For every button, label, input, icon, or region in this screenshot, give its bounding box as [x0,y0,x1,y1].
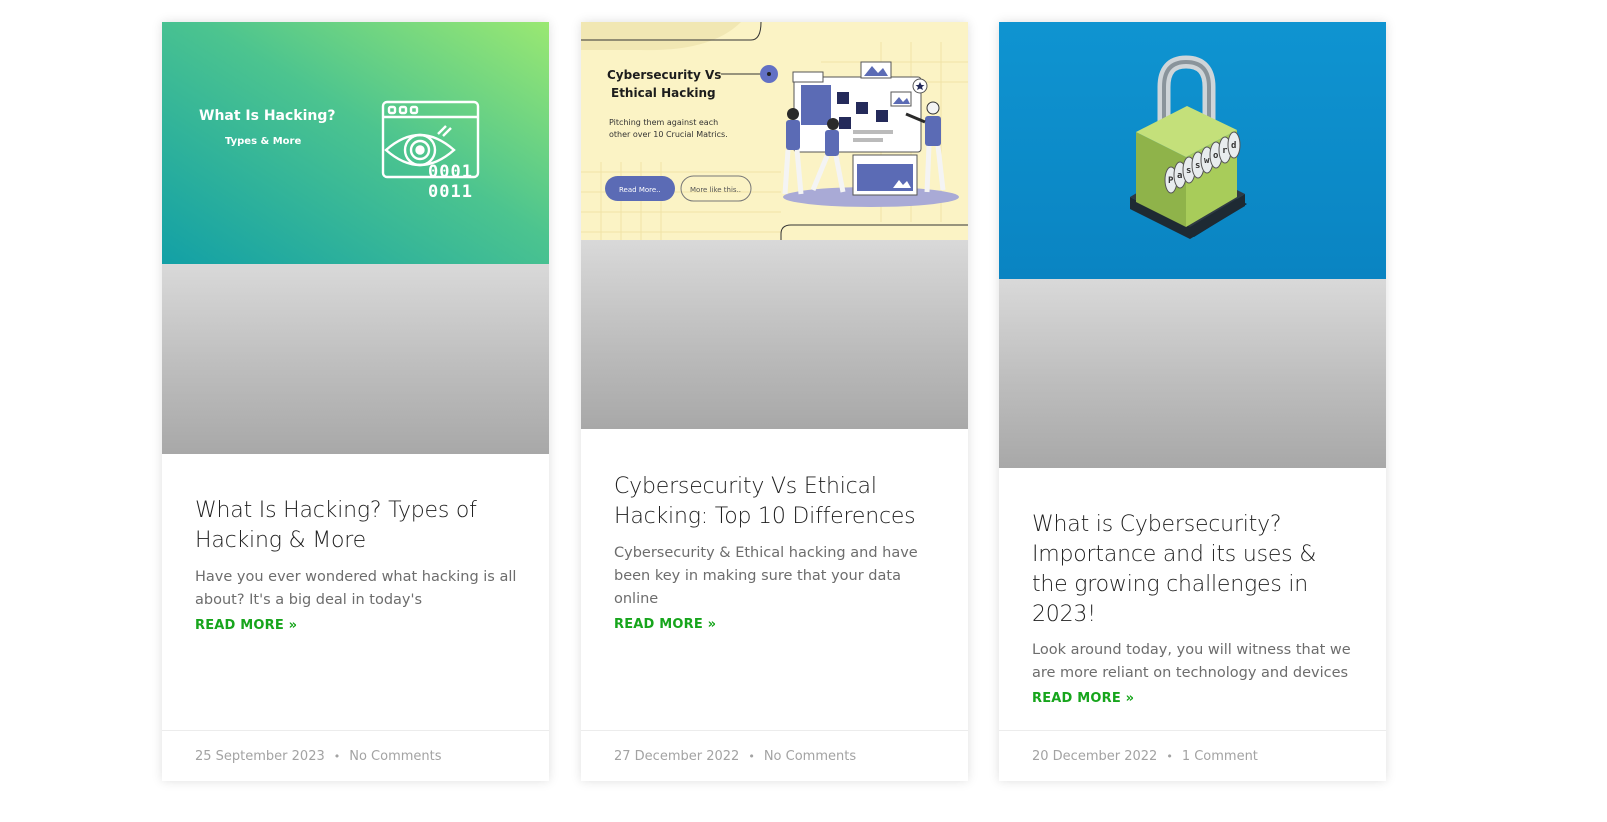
post-comments: 1 Comment [1181,748,1258,764]
post-card: P a s s w o r d What is Cybersecurity? I… [999,22,1386,781]
post-card: Cybersecurity Vs Ethical Hacking Pitchin… [581,22,968,781]
post-thumbnail[interactable]: P a s s w o r d [999,22,1386,468]
thumb-read-more-label: Read More.. [619,186,661,194]
lock-letter: r [1222,146,1228,156]
lock-letter: P [1168,176,1174,186]
post-meta: 20 December 2022 • 1 Comment [999,730,1386,781]
lock-letter: s [1186,166,1191,176]
meta-separator: • [1166,749,1173,763]
post-date: 25 September 2023 [195,748,325,764]
post-excerpt: Look around today, you will witness that… [1032,642,1351,681]
post-thumbnail[interactable]: Cybersecurity Vs Ethical Hacking Pitchin… [581,22,968,429]
thumbnail-gradient-overlay [162,264,549,454]
thumbnail-gradient-overlay [581,240,968,429]
thumb-heading-line-2: Ethical Hacking [611,86,716,100]
thumb-more-like-this-label: More like this.. [690,186,741,194]
post-card: What Is Hacking? Types & More 0001 0011 … [162,22,549,781]
meta-separator: • [333,749,341,763]
post-date: 27 December 2022 [614,748,740,764]
lock-letter: w [1204,156,1210,166]
lock-letter: s [1195,161,1200,171]
thumb-tagline-line-2: other over 10 Crucial Matrics. [609,130,728,139]
padlock-thumbnail-image: P a s s w o r d [999,22,1386,279]
read-more-link[interactable]: READ MORE » [195,618,297,633]
thumb-heading: What Is Hacking? [199,108,336,124]
post-comments: No Comments [349,748,442,764]
post-excerpt: Have you ever wondered what hacking is a… [195,569,517,608]
read-more-link[interactable]: READ MORE » [614,617,716,632]
lock-letter: a [1177,171,1182,181]
post-meta: 25 September 2023 • No Comments [162,730,549,781]
post-thumbnail[interactable]: What Is Hacking? Types & More 0001 0011 [162,22,549,454]
thumb-subheading: Types & More [225,136,301,147]
post-title[interactable]: What Is Hacking? Types of Hacking & More [195,496,521,556]
post-content: Cybersecurity Vs Ethical Hacking: Top 10… [614,472,940,632]
thumb-tagline-line-1: Pitching them against each [609,118,718,127]
read-more-link[interactable]: READ MORE » [1032,691,1134,706]
post-content: What is Cybersecurity? Importance and it… [1032,510,1358,706]
post-comments: No Comments [763,748,857,764]
post-content: What Is Hacking? Types of Hacking & More… [195,496,521,633]
post-title[interactable]: Cybersecurity Vs Ethical Hacking: Top 10… [614,472,940,532]
lock-letter: o [1213,151,1218,161]
binary-line-2: 0011 [428,182,473,202]
thumbnail-gradient-overlay [999,279,1386,468]
post-meta: 27 December 2022 • No Comments [581,730,968,781]
post-date: 20 December 2022 [1032,748,1158,764]
post-excerpt: Cybersecurity & Ethical hacking and have… [614,545,918,607]
binary-line-1: 0001 [428,162,473,182]
post-title[interactable]: What is Cybersecurity? Importance and it… [1032,510,1358,630]
hacking-thumbnail-image: What Is Hacking? Types & More 0001 0011 [162,22,549,264]
meta-separator: • [748,749,755,763]
cybersecurity-vs-hacking-thumbnail-image: Cybersecurity Vs Ethical Hacking Pitchin… [581,22,968,240]
thumb-heading-line-1: Cybersecurity Vs [607,68,721,82]
lock-letter: d [1231,141,1236,151]
